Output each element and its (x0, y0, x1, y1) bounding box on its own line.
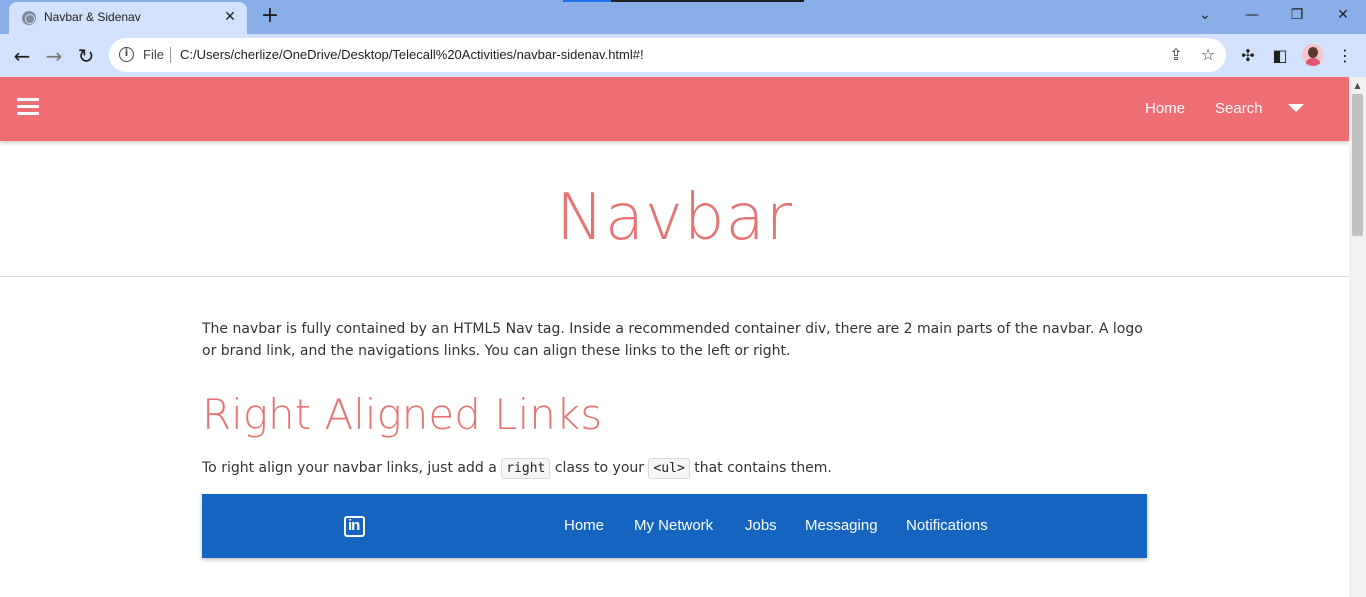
nav-link-search[interactable]: Search (1215, 100, 1263, 117)
linkedin-logo-icon[interactable]: in (344, 516, 365, 537)
address-bar[interactable]: i File C:/Users/cherlize/OneDrive/Deskto… (109, 38, 1226, 72)
avatar[interactable] (1302, 44, 1324, 66)
scroll-thumb[interactable] (1352, 94, 1363, 236)
arrow-right-icon[interactable]: → (42, 44, 66, 68)
share-icon[interactable]: ⇪ (1166, 45, 1186, 65)
code-snippet: <ul> (648, 458, 690, 479)
reload-icon[interactable]: ↻ (74, 44, 98, 68)
close-icon[interactable]: ✕ (221, 8, 239, 26)
kebab-menu-icon[interactable]: ⋮ (1333, 44, 1357, 68)
scroll-up-icon[interactable]: ▲ (1349, 77, 1366, 94)
url-text[interactable]: C:/Users/cherlize/OneDrive/Desktop/Telec… (180, 47, 644, 62)
section-title: Right Aligned Links (202, 390, 603, 439)
section-text: To right align your navbar links, just a… (202, 460, 502, 476)
globe-icon (22, 11, 36, 25)
demo-link-home[interactable]: Home (564, 517, 604, 534)
vertical-scrollbar[interactable]: ▲ (1349, 77, 1366, 597)
section-paragraph: To right align your navbar links, just a… (202, 457, 832, 480)
minimize-button[interactable]: — (1237, 4, 1267, 26)
demo-navbar: in Home My Network Jobs Messaging Notifi… (202, 494, 1147, 558)
puzzle-icon[interactable]: ✣ (1236, 44, 1260, 68)
url-scheme-label: File (143, 47, 164, 62)
new-tab-button[interactable]: + (258, 4, 282, 28)
star-icon[interactable]: ☆ (1198, 45, 1218, 65)
tab-title: Navbar & Sidenav (44, 10, 141, 24)
tab-strip: Navbar & Sidenav ✕ + ⌄ — ❐ ✕ (0, 0, 1366, 34)
tab-search-strip (563, 0, 804, 2)
side-panel-icon[interactable]: ◧ (1268, 44, 1292, 68)
section-text: class to your (550, 460, 649, 476)
hamburger-menu-icon[interactable] (17, 98, 39, 116)
caret-down-icon[interactable] (1288, 104, 1304, 112)
page-title: Navbar (555, 181, 794, 255)
page-viewport: Home Search Navbar The navbar is fully c… (0, 77, 1349, 597)
nav-link-home[interactable]: Home (1145, 100, 1185, 117)
demo-link-jobs[interactable]: Jobs (745, 517, 777, 534)
arrow-left-icon[interactable]: ← (10, 44, 34, 68)
demo-link-my-network[interactable]: My Network (634, 517, 713, 534)
logo-text: in (348, 517, 360, 534)
site-navbar: Home Search (0, 77, 1349, 141)
intro-paragraph: The navbar is fully contained by an HTML… (202, 321, 1143, 359)
chevron-down-icon[interactable]: ⌄ (1190, 4, 1220, 26)
divider (170, 47, 171, 63)
demo-link-notifications[interactable]: Notifications (906, 517, 988, 534)
demo-link-messaging[interactable]: Messaging (805, 517, 878, 534)
divider (0, 276, 1349, 277)
browser-toolbar: ← → ↻ i File C:/Users/cherlize/OneDrive/… (0, 34, 1366, 77)
code-snippet: right (501, 458, 551, 479)
close-window-button[interactable]: ✕ (1328, 4, 1358, 26)
restore-button[interactable]: ❐ (1282, 4, 1312, 26)
section-text: that contains them. (689, 460, 832, 476)
browser-tab[interactable]: Navbar & Sidenav ✕ (9, 2, 247, 34)
info-icon[interactable]: i (119, 47, 134, 62)
